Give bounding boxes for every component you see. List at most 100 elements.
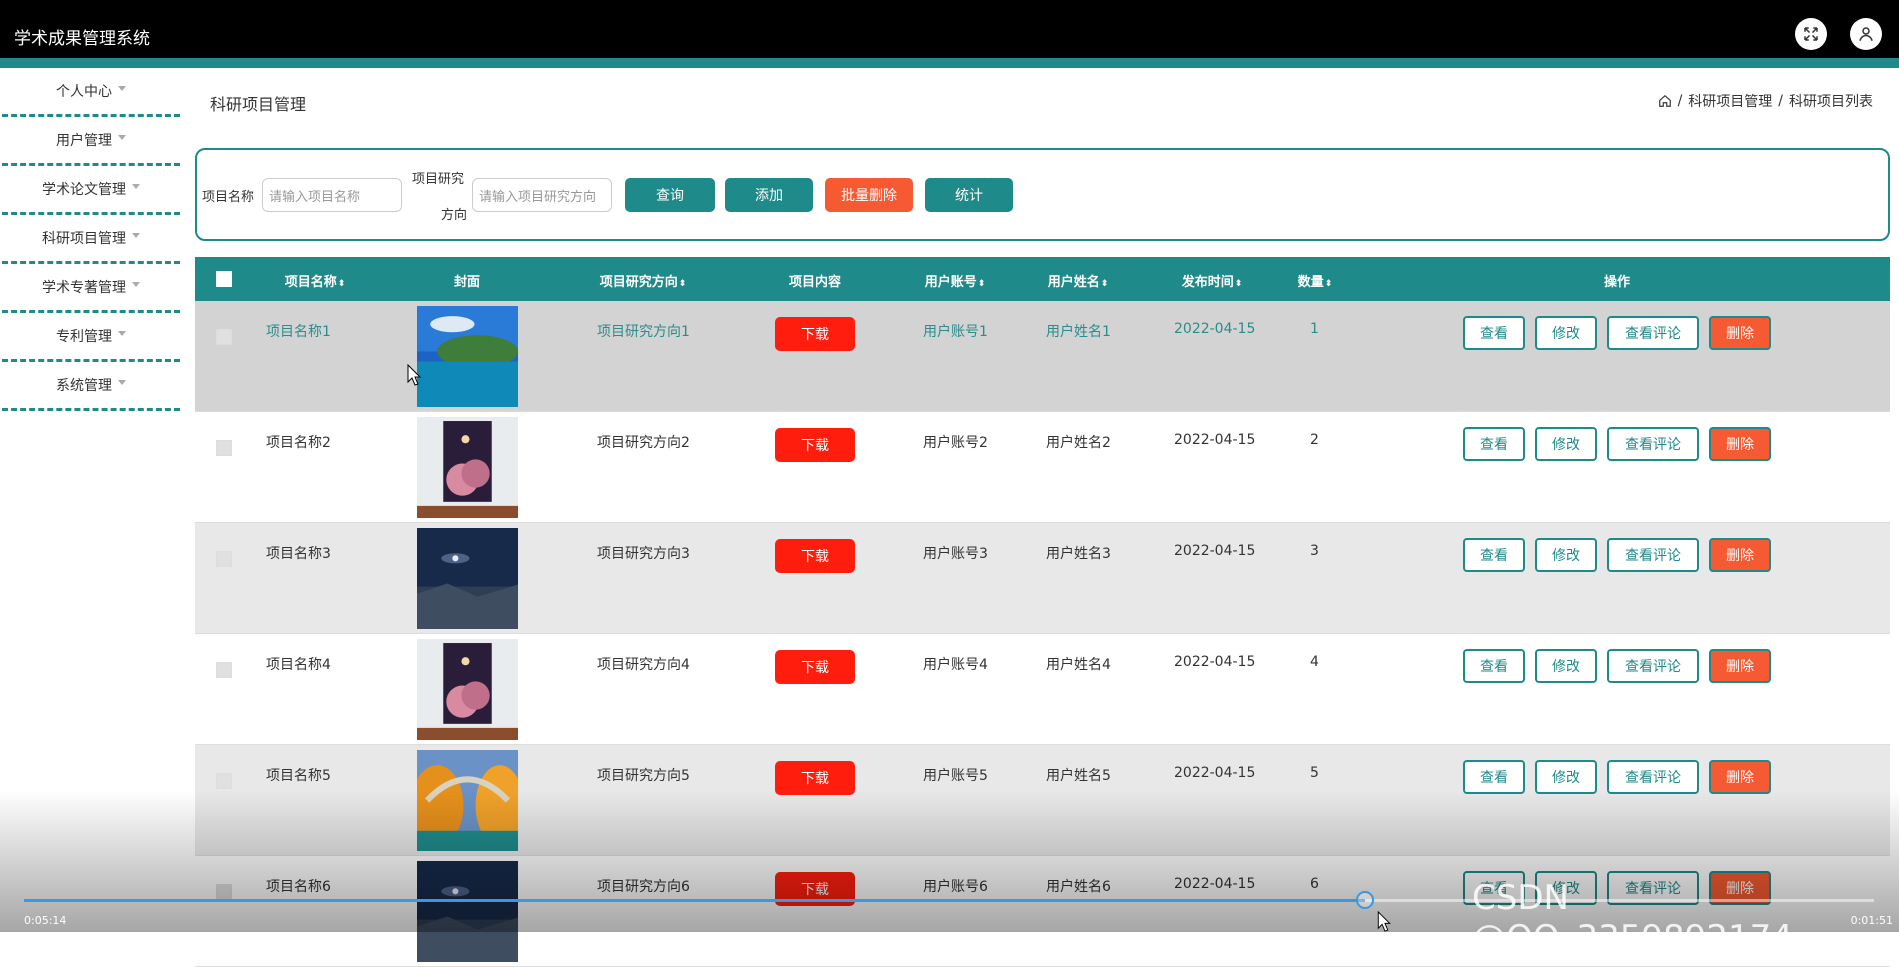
edit-button[interactable]: 修改: [1535, 427, 1597, 461]
project-name-label: 项目名称: [202, 190, 255, 205]
cell-date: 2022-04-15: [1174, 876, 1256, 892]
home-icon[interactable]: [1658, 94, 1672, 108]
cell-account: 用户账号5: [923, 768, 988, 784]
table-row[interactable]: 项目名称3 项目研究方向3 下载 用户账号3 用户姓名3 2022-04-15 3 查看 修改查…: [195, 523, 1890, 634]
cover-image[interactable]: [417, 861, 518, 962]
cell-qty: 2: [1310, 432, 1319, 448]
view-button[interactable]: 查看: [1463, 538, 1525, 572]
cell-name: 项目名称5: [266, 768, 331, 784]
project-name-input[interactable]: 请输入项目名称: [262, 178, 402, 212]
direction-label-line2: 方向: [441, 208, 468, 223]
view-comments-button[interactable]: 查看评论: [1607, 649, 1699, 683]
chevron-down-icon: [118, 330, 126, 336]
download-button[interactable]: 下载: [775, 761, 855, 795]
breadcrumb-separator: /: [1778, 93, 1783, 109]
header-username[interactable]: 用户姓名⬍: [1048, 271, 1109, 290]
download-button[interactable]: 下载: [775, 428, 855, 462]
view-button[interactable]: 查看: [1463, 649, 1525, 683]
table-row[interactable]: 项目名称4 项目研究方向4 下载 用户账号4 用户姓名4 2022-04-15 4 查看 修改查…: [195, 634, 1890, 745]
cover-image[interactable]: [417, 528, 518, 629]
view-button[interactable]: 查看: [1463, 427, 1525, 461]
row-checkbox[interactable]: [216, 551, 232, 567]
cell-direction: 项目研究方向4: [597, 657, 690, 673]
edit-button[interactable]: 修改: [1535, 316, 1597, 350]
cell-qty: 3: [1310, 543, 1319, 559]
delete-button[interactable]: 删除: [1709, 649, 1771, 683]
download-button[interactable]: 下载: [775, 650, 855, 684]
cell-date: 2022-04-15: [1174, 654, 1256, 670]
cover-image[interactable]: [417, 639, 518, 740]
cell-date: 2022-04-15: [1174, 765, 1256, 781]
table-row[interactable]: 项目名称1 项目研究方向1 下载 用户账号1 用户姓名1 2022-04-15 1 查看 修改查…: [195, 301, 1890, 412]
delete-button[interactable]: 删除: [1709, 760, 1771, 794]
cover-image[interactable]: [410, 750, 525, 851]
sidebar-item-profile[interactable]: 个人中心: [2, 68, 180, 117]
header-name[interactable]: 项目名称⬍: [285, 271, 346, 290]
header-direction[interactable]: 项目研究方向⬍: [600, 271, 687, 290]
cell-username: 用户姓名3: [1046, 546, 1111, 562]
search-panel: 项目名称 请输入项目名称 项目研究 方向 请输入项目研究方向 查询 添加 批量删…: [195, 148, 1890, 241]
cell-name: 项目名称1: [266, 324, 331, 340]
edit-button[interactable]: 修改: [1535, 760, 1597, 794]
cell-name: 项目名称3: [266, 546, 331, 562]
delete-button[interactable]: 删除: [1709, 427, 1771, 461]
breadcrumb: / 科研项目管理 / 科研项目列表: [1658, 91, 1873, 111]
view-comments-button[interactable]: 查看评论: [1607, 427, 1699, 461]
cover-image[interactable]: [417, 306, 518, 407]
view-button[interactable]: 查看: [1463, 760, 1525, 794]
cell-username: 用户姓名6: [1046, 879, 1111, 895]
cell-qty: 5: [1310, 765, 1319, 781]
cell-direction: 项目研究方向2: [597, 435, 690, 451]
breadcrumb-level1[interactable]: 科研项目管理: [1688, 91, 1772, 111]
sidebar-item-patents[interactable]: 专利管理: [2, 313, 180, 362]
edit-button[interactable]: 修改: [1535, 649, 1597, 683]
user-icon[interactable]: [1850, 18, 1882, 50]
sidebar-item-papers[interactable]: 学术论文管理: [2, 166, 180, 215]
fullscreen-icon[interactable]: [1795, 18, 1827, 50]
header-date[interactable]: 发布时间⬍: [1182, 271, 1243, 290]
video-progress-fill: [24, 899, 1366, 902]
video-progress-bar[interactable]: [24, 891, 1874, 909]
query-button[interactable]: 查询: [625, 178, 715, 212]
sidebar-item-users[interactable]: 用户管理: [2, 117, 180, 166]
add-button[interactable]: 添加: [725, 178, 813, 212]
delete-button[interactable]: 删除: [1709, 538, 1771, 572]
row-checkbox[interactable]: [216, 662, 232, 678]
cover-image[interactable]: [417, 417, 518, 518]
chevron-down-icon: [132, 183, 140, 189]
view-comments-button[interactable]: 查看评论: [1607, 760, 1699, 794]
chevron-down-icon: [118, 85, 126, 91]
view-button[interactable]: 查看: [1463, 316, 1525, 350]
select-all-checkbox[interactable]: [216, 271, 232, 287]
row-checkbox[interactable]: [216, 773, 232, 789]
sidebar-item-projects[interactable]: 科研项目管理: [2, 215, 180, 264]
cell-direction: 项目研究方向1: [597, 324, 690, 340]
delete-button[interactable]: 删除: [1709, 316, 1771, 350]
header-account[interactable]: 用户账号⬍: [925, 271, 986, 290]
sidebar-item-system[interactable]: 系统管理: [2, 362, 180, 411]
row-checkbox[interactable]: [216, 440, 232, 456]
table-row[interactable]: 项目名称5 项目研究方向5 下载 用户账号5 用户姓名5 2022-04-15 5 查看 修改查…: [195, 745, 1890, 856]
direction-input[interactable]: 请输入项目研究方向: [472, 178, 612, 212]
download-button[interactable]: 下载: [775, 317, 855, 351]
table-row[interactable]: 项目名称2 项目研究方向2 下载 用户账号2 用户姓名2 2022-04-15 2 查看 修改查…: [195, 412, 1890, 523]
cell-date: 2022-04-15: [1174, 432, 1256, 448]
cell-date: 2022-04-15: [1174, 321, 1256, 337]
sort-icon: ⬍: [1100, 279, 1109, 289]
cell-username: 用户姓名2: [1046, 435, 1111, 451]
batch-delete-button[interactable]: 批量删除: [825, 178, 913, 212]
view-comments-button[interactable]: 查看评论: [1607, 316, 1699, 350]
sort-icon: ⬍: [977, 279, 986, 289]
cell-username: 用户姓名4: [1046, 657, 1111, 673]
header-qty[interactable]: 数量⬍: [1298, 271, 1333, 290]
edit-button[interactable]: 修改: [1535, 538, 1597, 572]
stats-button[interactable]: 统计: [925, 178, 1013, 212]
view-comments-button[interactable]: 查看评论: [1607, 538, 1699, 572]
cell-username: 用户姓名5: [1046, 768, 1111, 784]
download-button[interactable]: 下载: [775, 539, 855, 573]
row-checkbox[interactable]: [216, 329, 232, 345]
row-checkbox[interactable]: [216, 884, 232, 900]
sort-icon: ⬍: [337, 279, 346, 289]
sidebar-item-monographs[interactable]: 学术专著管理: [2, 264, 180, 313]
cell-account: 用户账号4: [923, 657, 988, 673]
